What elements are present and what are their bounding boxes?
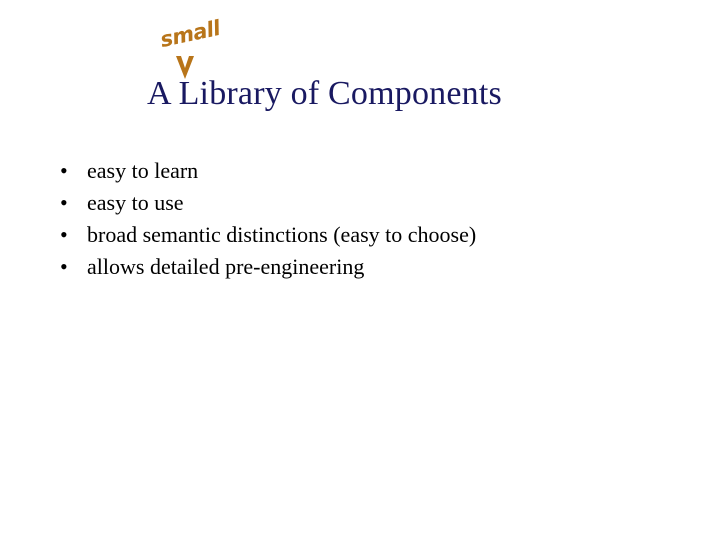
list-item-label: easy to learn xyxy=(87,158,199,183)
bullet-point-icon: • xyxy=(60,222,68,247)
list-item-label: broad semantic distinctions (easy to cho… xyxy=(87,222,477,247)
list-item: • easy to learn xyxy=(55,155,675,187)
list-item-label: easy to use xyxy=(87,190,184,215)
list-item: • easy to use xyxy=(55,187,675,219)
slide-canvas: A Library of Components small • easy to … xyxy=(0,0,720,540)
list-item-label: allows detailed pre-engineering xyxy=(87,254,365,279)
bullet-point-icon: • xyxy=(60,190,68,215)
page-title: A Library of Components xyxy=(147,75,502,112)
title-area: A Library of Components small xyxy=(0,0,720,130)
bullet-list: • easy to learn • easy to use • broad se… xyxy=(55,155,675,283)
bullet-point-icon: • xyxy=(60,158,68,183)
bullet-point-icon: • xyxy=(60,254,68,279)
insertion-caret-icon xyxy=(174,55,196,82)
handwritten-annotation-small: small xyxy=(158,15,223,52)
list-item: • broad semantic distinctions (easy to c… xyxy=(55,219,675,251)
list-item: • allows detailed pre-engineering xyxy=(55,251,675,283)
